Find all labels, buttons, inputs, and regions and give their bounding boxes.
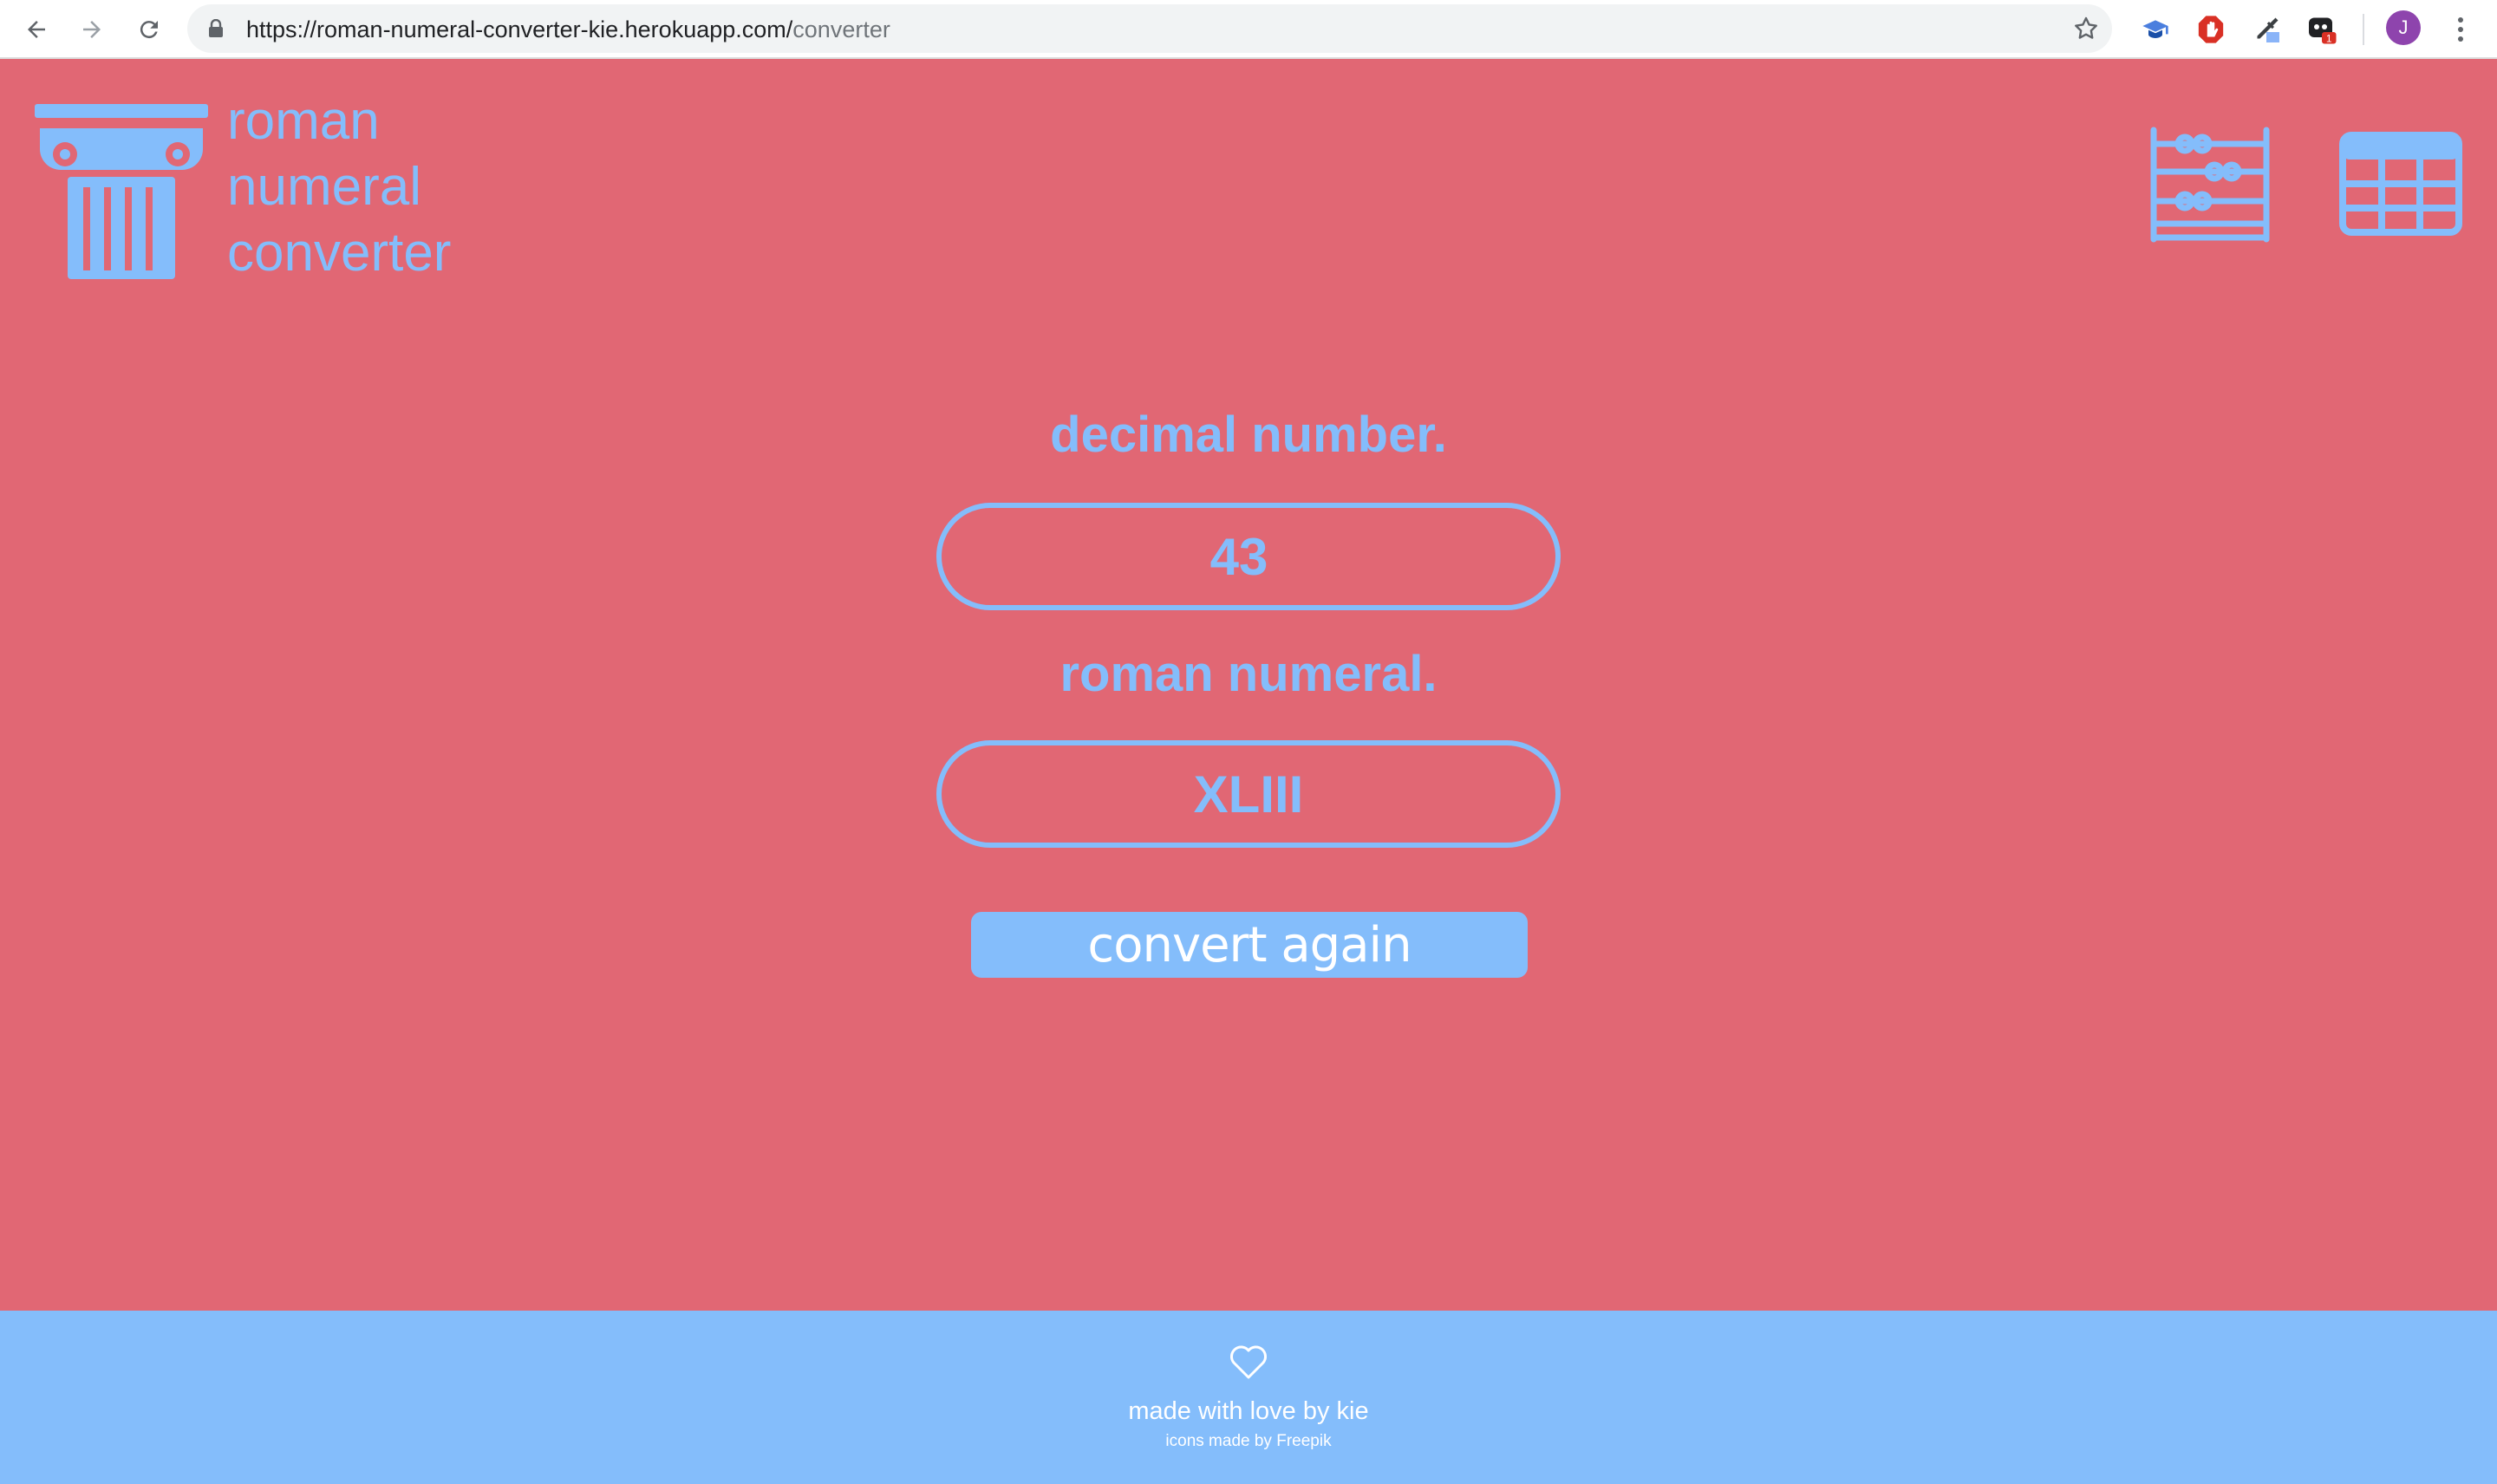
footer-icons-credit[interactable]: icons made by Freepik — [0, 1432, 2497, 1451]
url-host: https://roman-numeral-converter-kie.hero… — [246, 16, 793, 42]
toolbar-separator — [2363, 14, 2364, 45]
address-bar[interactable]: https://roman-numeral-converter-kie.hero… — [187, 4, 2112, 53]
roman-numeral-label: roman numeral. — [1059, 646, 1438, 702]
convert-again-button[interactable]: convert again — [971, 912, 1528, 978]
site-title-line-1: roman — [227, 91, 380, 151]
url-path: converter — [792, 16, 890, 42]
reload-button[interactable] — [130, 10, 168, 49]
site-title-line-3: converter — [227, 223, 452, 283]
site-title-line-2: numeral — [227, 157, 421, 217]
decimal-number-field[interactable]: 43 — [936, 503, 1561, 610]
roman-column-logo-icon[interactable] — [35, 104, 208, 282]
extension-badge-count: 1 — [2326, 32, 2332, 44]
profile-avatar[interactable]: J — [2386, 10, 2421, 45]
abacus-icon[interactable] — [2148, 127, 2272, 243]
bookmark-star-icon[interactable] — [2072, 15, 2100, 42]
forward-arrow-icon — [83, 21, 101, 38]
browser-menu-icon[interactable] — [2445, 12, 2476, 47]
decimal-number-label: decimal number. — [1050, 407, 1447, 463]
lock-icon — [209, 19, 223, 37]
url-text: https://roman-numeral-converter-kie.hero… — [246, 16, 890, 43]
heart-icon — [1230, 1345, 1267, 1379]
browser-toolbar: https://roman-numeral-converter-kie.hero… — [0, 0, 2497, 59]
roman-numeral-value: XLIII — [1193, 765, 1304, 823]
extension-mask-icon[interactable]: 1 — [2305, 12, 2339, 47]
forward-button[interactable] — [73, 10, 111, 49]
decimal-number-value: 43 — [1209, 527, 1268, 586]
footer: made with love by kie icons made by Free… — [0, 1311, 2497, 1484]
table-icon[interactable] — [2339, 132, 2462, 236]
extension-graduation-cap-icon[interactable] — [2138, 12, 2173, 47]
extension-eyedropper-icon[interactable] — [2249, 12, 2284, 47]
reload-icon — [140, 21, 158, 39]
footer-credit: made with love by kie — [1128, 1397, 1369, 1425]
site-title[interactable]: roman numeral converter — [227, 88, 451, 286]
roman-numeral-field[interactable]: XLIII — [936, 740, 1561, 848]
extension-adblock-hand-icon[interactable] — [2194, 12, 2228, 47]
back-button[interactable] — [17, 10, 55, 49]
back-arrow-icon — [28, 21, 45, 38]
